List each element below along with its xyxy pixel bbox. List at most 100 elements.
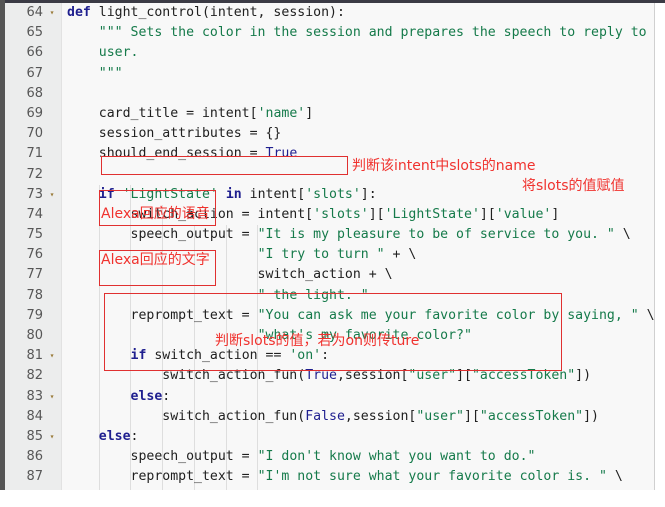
code-text[interactable]: speech_output = "I don't know what you w… xyxy=(67,447,536,467)
code-text[interactable]: else: xyxy=(67,427,139,447)
line-number: 84 xyxy=(26,408,43,424)
token: ][ xyxy=(464,408,480,424)
code-text[interactable]: user. xyxy=(67,43,139,63)
code-line[interactable]: 74 switch_action = intent['slots']['Ligh… xyxy=(5,205,655,225)
code-text[interactable]: if switch_action == 'on': xyxy=(67,346,330,366)
token: : xyxy=(321,348,330,364)
token: "I try to turn " xyxy=(257,247,385,263)
code-text[interactable]: switch_action_fun(True,session["user"]["… xyxy=(67,366,591,386)
code-text[interactable]: should_end_session = True xyxy=(67,144,298,164)
line-number: 74 xyxy=(26,206,43,222)
code-line[interactable]: 67 """ xyxy=(5,64,655,84)
token: + \ xyxy=(384,247,417,263)
token: 'LightState' xyxy=(122,186,218,202)
token: """ Sets the color in the session and pr… xyxy=(98,25,655,41)
token: user. xyxy=(98,45,139,61)
token: def xyxy=(67,5,99,20)
token: ][ xyxy=(479,206,496,222)
code-line[interactable]: 85 ▾ else: xyxy=(5,427,655,447)
code-line[interactable]: 71 should_end_session = True xyxy=(5,144,655,164)
code-line[interactable]: 73 ▾ if 'LightState' in intent['slots']: xyxy=(5,185,655,205)
code-text[interactable]: reprompt_text = "You can ask me your fav… xyxy=(67,306,655,326)
code-line[interactable]: 83 ▾ else: xyxy=(5,387,655,407)
code-text[interactable]: reprompt_text = "I'm not sure what your … xyxy=(67,467,623,487)
fold-arrow-icon[interactable]: ▾ xyxy=(47,387,57,407)
code-line[interactable]: 82 switch_action_fun(True,session["user"… xyxy=(5,366,655,386)
token: True xyxy=(265,146,298,162)
code-text[interactable]: "what's my favorite color?" xyxy=(67,326,472,346)
fold-arrow-icon[interactable]: ▾ xyxy=(47,427,57,447)
line-number: 79 xyxy=(26,307,43,323)
code-line[interactable]: 66 user. xyxy=(5,43,655,63)
code-text[interactable]: """ xyxy=(67,64,123,84)
fold-arrow-icon[interactable]: ▾ xyxy=(47,3,57,23)
code-text[interactable]: if 'LightState' in intent['slots']: xyxy=(67,185,377,205)
token: "user" xyxy=(408,368,457,384)
code-line[interactable]: 77 switch_action + \ xyxy=(5,265,655,285)
token: switch_action = intent[ xyxy=(67,206,314,222)
token: should_end_session = xyxy=(67,146,266,162)
token: \ xyxy=(606,469,623,485)
token: "I don't know what you want to do." xyxy=(257,449,536,465)
code-text[interactable]: else: xyxy=(67,387,171,407)
token: ]: xyxy=(360,186,377,202)
token: ,session[ xyxy=(344,408,417,424)
token: True xyxy=(305,368,337,384)
line-number: 76 xyxy=(26,247,43,263)
code-text[interactable]: " the light. " xyxy=(67,286,369,306)
line-number: 72 xyxy=(26,166,43,182)
line-number: 88 xyxy=(5,488,43,491)
token: ][ xyxy=(456,368,472,384)
token: \ xyxy=(638,307,655,323)
code-text[interactable]: """ Sets the color in the session and pr… xyxy=(67,23,655,43)
code-lines[interactable]: 64 ▾ def light_control(intent, session): 65… xyxy=(5,3,655,490)
fold-arrow-icon[interactable]: ▾ xyxy=(47,346,57,366)
code-text[interactable]: switch_action + \ xyxy=(67,265,393,285)
token: intent[ xyxy=(249,186,306,202)
code-text[interactable]: session_attributes = {} xyxy=(67,124,282,144)
token: ,session[ xyxy=(336,368,409,384)
code-editor-window: 64 ▾ def light_control(intent, session): 65… xyxy=(0,0,665,507)
code-text[interactable]: speech_output = "It is my pleasure to be… xyxy=(67,225,631,245)
token: "accessToken" xyxy=(471,368,576,384)
line-number: 71 xyxy=(26,146,43,162)
line-number: 64 xyxy=(26,5,43,20)
code-text[interactable]: switch_action_fun(False,session["user"][… xyxy=(67,407,599,427)
token: switch_action + \ xyxy=(67,267,393,283)
token: ] xyxy=(551,206,560,222)
code-text[interactable]: switch_action = intent['slots']['LightSt… xyxy=(67,205,560,225)
code-line[interactable]: 78 " the light. " xyxy=(5,286,655,306)
code-line[interactable]: 84 switch_action_fun(False,session["user… xyxy=(5,407,655,427)
code-line[interactable]: 86 speech_output = "I don't know what yo… xyxy=(5,447,655,467)
line-number: 80 xyxy=(26,328,43,343)
code-line[interactable]: 75 speech_output = "It is my pleasure to… xyxy=(5,225,655,245)
editor-right-border xyxy=(654,3,655,490)
code-text[interactable]: def light_control(intent, session): xyxy=(67,3,345,23)
code-line[interactable]: 72 xyxy=(5,165,655,185)
code-line[interactable]: 65 """ Sets the color in the session and… xyxy=(5,23,655,43)
code-text[interactable]: card_title = intent['name'] xyxy=(67,104,313,124)
token: : xyxy=(162,388,171,404)
token: ][ xyxy=(368,206,385,222)
code-line[interactable]: 88 "You can tell me your favorite color … xyxy=(5,488,655,491)
line-number: 66 xyxy=(26,45,43,61)
token: card_title = intent[ xyxy=(67,105,258,121)
code-line[interactable]: 79 reprompt_text = "You can ask me your … xyxy=(5,306,655,326)
code-line[interactable]: 64 ▾ def light_control(intent, session): xyxy=(5,3,655,23)
code-line[interactable]: 69 card_title = intent['name'] xyxy=(5,104,655,124)
code-line[interactable]: 76 "I try to turn " + \ xyxy=(5,245,655,265)
code-line[interactable]: 70 session_attributes = {} xyxy=(5,124,655,144)
token: "user" xyxy=(416,408,464,424)
code-line[interactable]: 80 "what's my favorite color?" xyxy=(5,326,655,346)
fold-arrow-icon[interactable]: ▾ xyxy=(47,185,57,205)
code-text[interactable]: "You can tell me your favorite color by … xyxy=(67,488,655,491)
code-line[interactable]: 81 ▾ if switch_action == 'on': xyxy=(5,346,655,366)
code-text[interactable]: "I try to turn " + \ xyxy=(67,245,417,265)
code-line[interactable]: 68 xyxy=(5,84,655,104)
code-area[interactable]: 64 ▾ def light_control(intent, session): 65… xyxy=(5,3,655,490)
code-line[interactable]: 87 reprompt_text = "I'm not sure what yo… xyxy=(5,467,655,487)
line-number: 78 xyxy=(26,287,43,303)
token: "I'm not sure what your favorite color i… xyxy=(257,469,607,485)
